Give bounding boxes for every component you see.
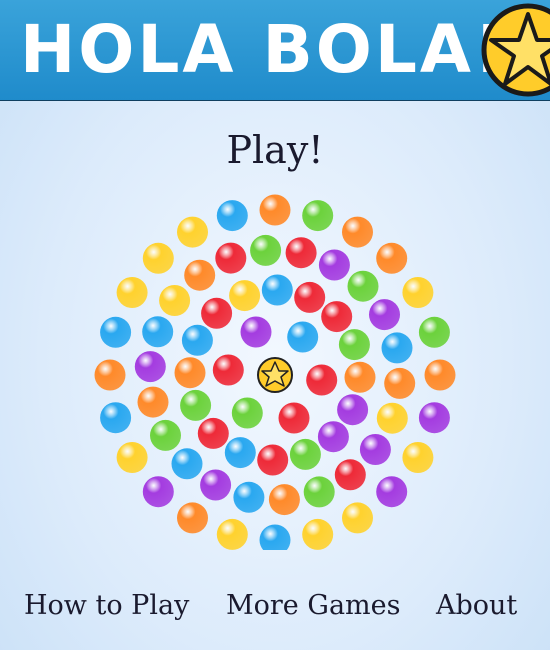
- bubble-orange[interactable]: [259, 194, 291, 226]
- bubble-orange[interactable]: [268, 484, 300, 516]
- bubble-yellow[interactable]: [402, 442, 434, 473]
- bubble-orange[interactable]: [344, 361, 376, 393]
- bubble-orange[interactable]: [376, 242, 408, 274]
- bubble-purple[interactable]: [337, 394, 369, 426]
- bubble-orange[interactable]: [174, 357, 206, 389]
- bubble-orange[interactable]: [184, 259, 216, 291]
- bubble-orange[interactable]: [342, 216, 373, 248]
- bubble-red[interactable]: [285, 237, 317, 269]
- bubble-green[interactable]: [250, 234, 282, 266]
- how-to-play-link[interactable]: How to Play: [24, 590, 189, 621]
- bubble-purple[interactable]: [134, 351, 166, 383]
- bubble-green[interactable]: [418, 316, 450, 348]
- bubble-yellow[interactable]: [402, 277, 434, 308]
- bubble-yellow[interactable]: [116, 277, 148, 308]
- center-star-icon: [257, 357, 293, 393]
- bubble-yellow[interactable]: [142, 242, 174, 274]
- bubble-orange[interactable]: [94, 359, 126, 391]
- bubble-green[interactable]: [347, 270, 379, 302]
- play-button[interactable]: Play!: [0, 128, 550, 172]
- bubble-green[interactable]: [302, 200, 334, 232]
- bubble-blue[interactable]: [100, 316, 132, 348]
- bubble-yellow[interactable]: [376, 402, 408, 434]
- bubble-blue[interactable]: [181, 324, 213, 356]
- bubble-purple[interactable]: [376, 476, 408, 508]
- bubble-red[interactable]: [201, 297, 233, 329]
- star-icon: [481, 3, 550, 97]
- bubble-yellow[interactable]: [216, 518, 248, 550]
- bubble-purple[interactable]: [359, 434, 391, 465]
- bubble-green[interactable]: [231, 397, 263, 429]
- bubble-blue[interactable]: [216, 200, 248, 232]
- bubble-yellow[interactable]: [116, 442, 148, 473]
- bubble-blue[interactable]: [171, 448, 203, 480]
- bubble-purple[interactable]: [318, 249, 350, 281]
- bubble-purple[interactable]: [369, 299, 400, 331]
- bubble-yellow[interactable]: [177, 216, 208, 248]
- bubble-board[interactable]: [0, 190, 550, 550]
- bubble-red[interactable]: [257, 444, 289, 476]
- bubble-yellow[interactable]: [302, 518, 334, 550]
- bubble-green[interactable]: [289, 438, 321, 470]
- bubble-orange[interactable]: [137, 386, 169, 418]
- bubble-yellow[interactable]: [229, 280, 261, 312]
- bubble-blue[interactable]: [259, 524, 291, 551]
- bubble-blue[interactable]: [142, 316, 174, 348]
- bubble-purple[interactable]: [240, 316, 272, 348]
- bubble-purple[interactable]: [142, 476, 174, 508]
- bubble-blue[interactable]: [100, 402, 132, 434]
- bubble-green[interactable]: [338, 329, 370, 361]
- bubble-red[interactable]: [212, 354, 244, 386]
- bubble-blue[interactable]: [224, 437, 256, 469]
- bubble-green[interactable]: [303, 476, 335, 508]
- header-banner: HOLA BOLA!: [0, 0, 550, 101]
- bubble-red[interactable]: [321, 301, 353, 333]
- bubble-yellow[interactable]: [159, 285, 191, 316]
- bubble-red[interactable]: [306, 364, 338, 396]
- bubble-red[interactable]: [334, 459, 366, 491]
- bubble-green[interactable]: [180, 389, 212, 421]
- more-games-link[interactable]: More Games: [226, 590, 400, 621]
- bubble-blue[interactable]: [233, 481, 265, 513]
- bubble-blue[interactable]: [381, 332, 413, 364]
- bubble-purple[interactable]: [317, 421, 349, 453]
- bubble-red[interactable]: [197, 417, 229, 449]
- bubble-yellow[interactable]: [342, 502, 373, 534]
- bubble-orange[interactable]: [384, 367, 416, 399]
- bubble-orange[interactable]: [177, 502, 208, 534]
- bubble-green[interactable]: [150, 419, 181, 451]
- bubble-red[interactable]: [215, 242, 247, 274]
- bubble-red[interactable]: [294, 281, 326, 313]
- bubble-blue[interactable]: [261, 274, 293, 306]
- bubble-purple[interactable]: [418, 402, 450, 434]
- bubble-blue[interactable]: [287, 321, 319, 353]
- bubble-purple[interactable]: [200, 469, 232, 501]
- about-link[interactable]: About: [436, 590, 517, 621]
- bubble-orange[interactable]: [424, 359, 456, 391]
- bubble-red[interactable]: [278, 402, 310, 434]
- game-title: HOLA BOLA!: [20, 11, 508, 88]
